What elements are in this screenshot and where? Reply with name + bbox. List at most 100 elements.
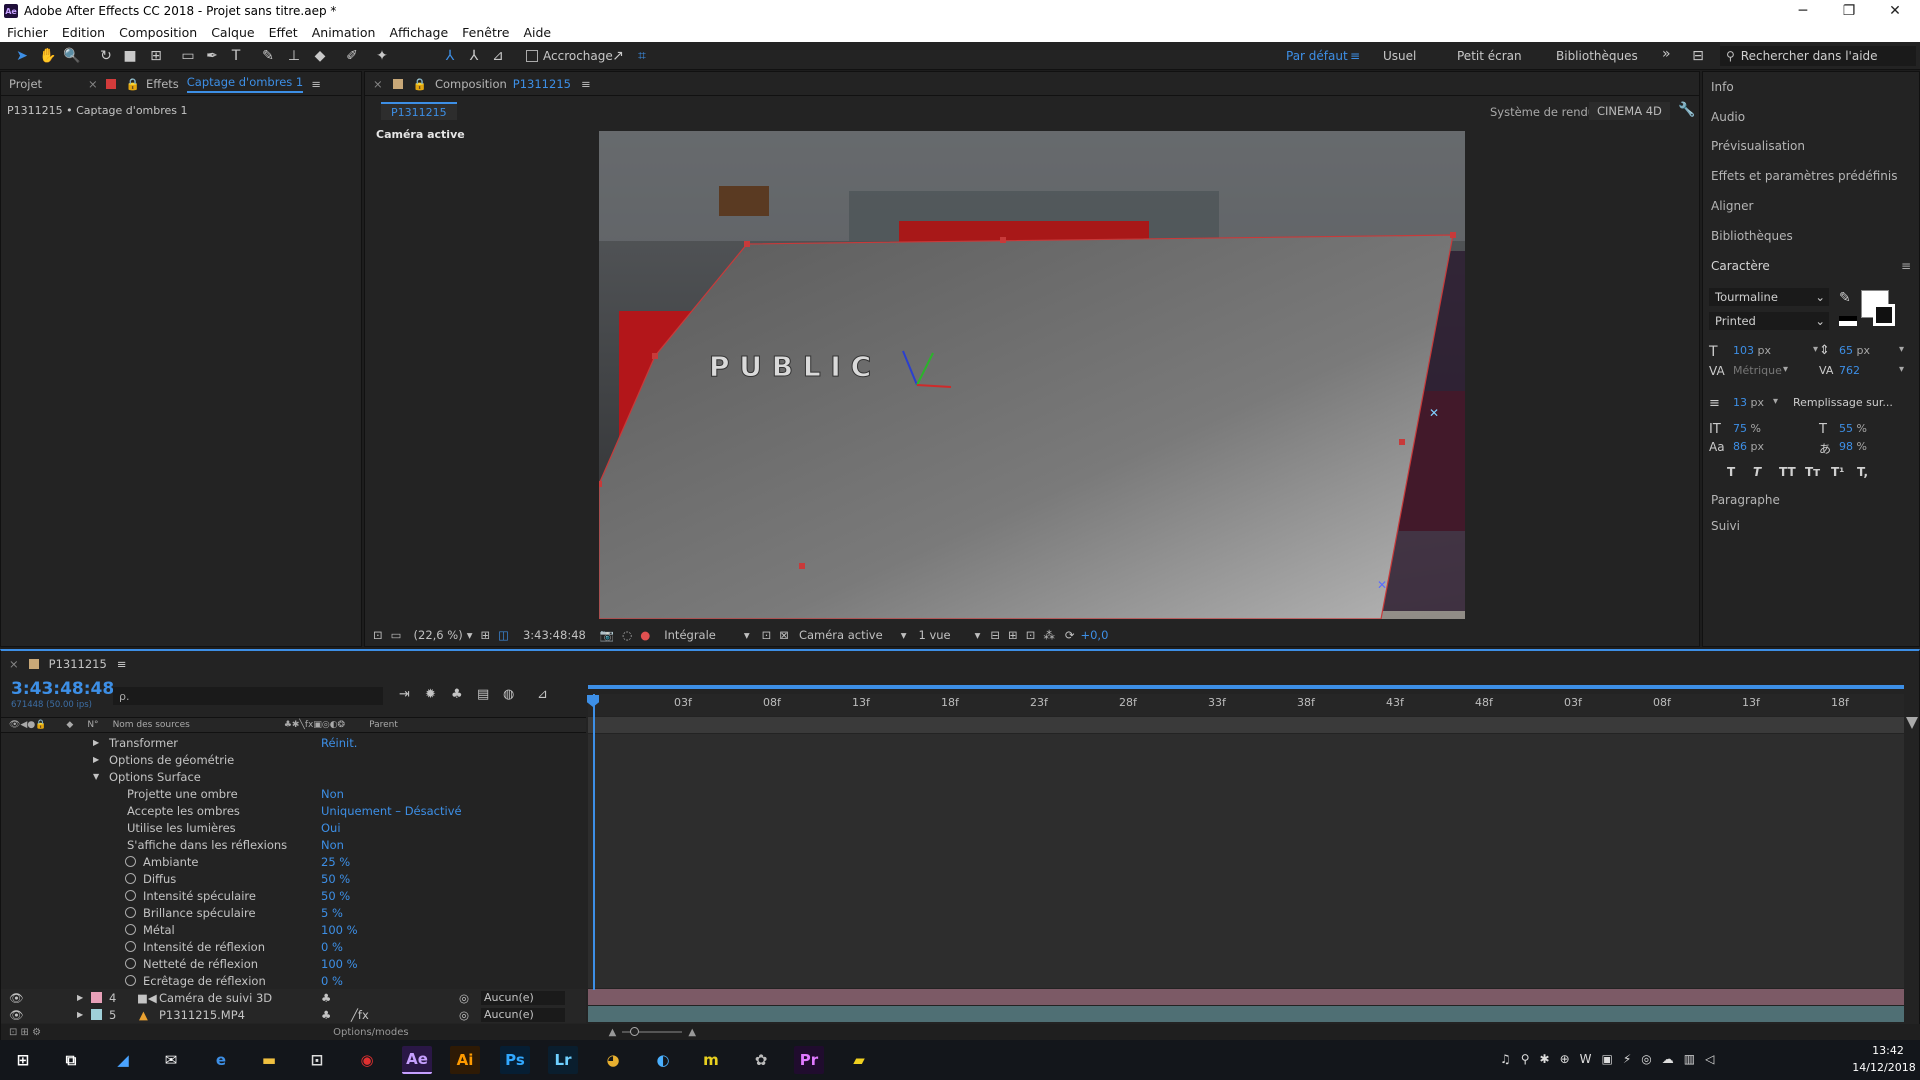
tracking-value[interactable]: 762 [1839,364,1860,377]
subscript-button[interactable]: T, [1857,465,1883,479]
panel-info[interactable]: Info [1711,80,1734,94]
layer-name[interactable]: P1311215.MP4 [159,1008,245,1022]
timeline-menu-icon[interactable]: ≡ [117,657,127,671]
workspace-default[interactable]: Par défaut [1286,49,1348,63]
workspace-petit-ecran[interactable]: Petit écran [1457,49,1522,63]
roto-brush-tool-icon[interactable]: ✐ [342,46,362,66]
renderer-dropdown[interactable]: CINEMA 4D [1589,102,1670,120]
close-comp-tab-icon[interactable]: × [373,77,383,91]
property-row[interactable]: ▶ Options de géométrie [1,751,586,768]
snap-options-icon[interactable]: ↗ [608,46,628,66]
close-button[interactable]: ✕ [1872,0,1918,22]
sticky-notes-icon[interactable]: ▰ [844,1046,874,1074]
pick-whip-icon[interactable]: ◎ [459,1008,469,1022]
stroke-width-value[interactable]: 13 px [1733,396,1764,409]
selection-tool-icon[interactable]: ➤ [12,46,32,66]
lock-icon[interactable]: 🔒 [126,77,140,91]
view-axis-icon[interactable]: ⊿ [488,46,508,66]
layer-visibility-icon[interactable]: 👁 [9,991,24,1005]
leading-value[interactable]: 65 px [1839,344,1870,357]
menu-affichage[interactable]: Affichage [382,25,455,40]
menu-edition[interactable]: Edition [55,25,112,40]
graph-editor-icon[interactable]: ⊿ [537,687,563,702]
timeline-icon[interactable]: ⊡ [1026,628,1036,642]
local-axis-icon[interactable]: ⅄ [440,46,460,66]
kerning-chevron-icon[interactable]: ▾ [1783,364,1788,375]
creative-cloud-icon[interactable]: ◉ [352,1046,382,1074]
rotate-tool-icon[interactable]: ↻ [96,46,116,66]
comp-subtab[interactable]: P1311215 [381,102,457,120]
chrome-browser-icon[interactable]: ◕ [598,1046,628,1074]
tab-effets-label[interactable]: Effets [146,77,179,91]
fx-switch-icon[interactable]: ╱fx [351,1008,369,1022]
property-value[interactable]: 100 % [321,923,358,937]
clone-stamp-tool-icon[interactable]: ⊥ [284,46,304,66]
transparency-grid-icon[interactable]: ⊠ [779,628,789,642]
composition-tab-label[interactable]: Composition [435,77,507,91]
property-row[interactable]: Métal 100 % [1,921,586,938]
menu-effet[interactable]: Effet [262,25,305,40]
superscript-button[interactable]: T¹ [1831,465,1857,479]
zoom-chevron-icon[interactable]: ▾ [467,628,473,642]
timeline-search-input[interactable]: ρ. [113,687,383,705]
kerning-value[interactable]: Métrique [1733,364,1782,377]
all-caps-button[interactable]: TT [1779,465,1805,479]
eraser-tool-icon[interactable]: ◆ [310,46,330,66]
property-row[interactable]: Accepte les ombres Uniquement – Désactivé [1,802,586,819]
faux-italic-button[interactable]: T [1753,465,1779,479]
parent-dropdown[interactable]: Aucun(e) [481,1007,565,1022]
photoshop-app-icon[interactable]: Ps [500,1046,530,1074]
layer-row[interactable]: 👁 ▶ 4 ■◀ Caméra de suivi 3D ♣ ◎ Aucun(e) [1,989,586,1006]
menu-fichier[interactable]: Fichier [0,25,55,40]
font-size-chevron-icon[interactable]: ▾ [1813,344,1818,355]
vertical-scale-value[interactable]: 75 % [1733,422,1761,435]
toggle-pixel-icon[interactable]: ⊟ [990,628,1000,642]
views-chevron-icon[interactable]: ▾ [975,628,981,642]
column-source-name[interactable]: Nom des sources [113,720,190,730]
frame-blending-icon[interactable]: ▤ [477,687,503,702]
eyedropper-icon[interactable]: ✎ [1839,290,1851,306]
expand-arrow-icon[interactable]: ▶ [93,738,99,747]
stroke-mode-dropdown[interactable]: Remplissage sur... [1793,396,1893,409]
property-row[interactable]: S'affiche dans les réflexions Non [1,836,586,853]
timeline-zoom-slider[interactable] [622,1027,683,1036]
workspace-bibliotheques[interactable]: Bibliothèques [1556,49,1638,63]
camera-tool-icon[interactable]: ■ [120,46,140,66]
property-row[interactable]: Ecrêtage de réflexion 0 % [1,972,586,989]
snapping-checkbox[interactable] [526,50,538,62]
menu-aide[interactable]: Aide [516,25,558,40]
panel-menu-icon[interactable]: ≡ [311,77,321,91]
font-style-dropdown[interactable]: Printed ⌄ [1709,312,1829,330]
switches-header-icons[interactable]: ♣✱╲fx▣◎◐❂ [284,720,345,730]
reset-exposure-icon[interactable]: ⟳ [1065,628,1075,642]
snap-target-icon[interactable]: ⌗ [632,46,652,66]
flowchart-icon[interactable]: ⁂ [1043,628,1055,642]
baseline-shift-value[interactable]: 86 px [1733,440,1764,453]
shy-switch-icon[interactable]: ♣ [321,1008,331,1022]
panel-libraries[interactable]: Bibliothèques [1711,229,1793,243]
faux-bold-button[interactable]: T [1727,465,1753,479]
lightroom-app-icon[interactable]: Lr [548,1046,578,1074]
property-row[interactable]: Brillance spéculaire 5 % [1,904,586,921]
illustrator-app-icon[interactable]: Ai [450,1046,480,1074]
stroke-color-swatch[interactable] [1873,304,1895,326]
property-row[interactable]: Netteté de réflexion 100 % [1,955,586,972]
resolution-dropdown[interactable]: Intégrale [664,628,716,642]
menu-animation[interactable]: Animation [305,25,383,40]
layer-expand-icon[interactable]: ▶ [77,993,83,1002]
panel-tracker[interactable]: Suivi [1711,519,1740,533]
property-value[interactable]: 100 % [321,957,358,971]
help-search[interactable]: ⚲ Rechercher dans l'aide [1720,46,1916,66]
work-area-bar[interactable] [588,685,1904,689]
zoom-out-icon[interactable]: ▲ [609,1027,617,1038]
region-interest-icon[interactable]: ⊡ [762,628,772,642]
layer-expand-icon[interactable]: ▶ [77,1010,83,1019]
stopwatch-icon[interactable] [125,856,136,867]
windows-start-icon[interactable]: ⊞ [8,1046,38,1074]
workspace-menu-icon[interactable]: ≡ [1350,49,1360,63]
timeline-tab-name[interactable]: P1311215 [49,657,107,671]
property-row[interactable]: Intensité spéculaire 50 % [1,887,586,904]
store-icon[interactable]: ⊡ [302,1046,332,1074]
pick-whip-icon[interactable]: ◎ [459,991,469,1005]
task-view-icon[interactable]: ⧉ [56,1046,86,1074]
